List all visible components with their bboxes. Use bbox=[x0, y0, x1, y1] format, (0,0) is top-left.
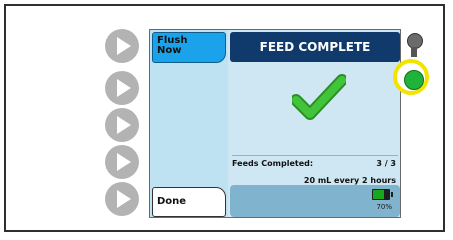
divider bbox=[232, 155, 398, 156]
play-arrow-icon bbox=[117, 190, 131, 208]
battery-percent: 70% bbox=[376, 203, 392, 211]
side-button-1[interactable] bbox=[105, 29, 139, 63]
softkey-panel: Flush Now Done bbox=[150, 30, 228, 217]
feeds-completed-value: 3 / 3 bbox=[376, 159, 396, 168]
battery-icon bbox=[372, 189, 393, 200]
led-connector bbox=[411, 47, 417, 57]
side-button-4[interactable] bbox=[105, 145, 139, 179]
pump-screen: Flush Now Done FEED COMPLETE Feeds Compl… bbox=[149, 29, 401, 218]
battery-terminal bbox=[391, 192, 393, 197]
play-arrow-icon bbox=[117, 79, 131, 97]
screen-header: FEED COMPLETE bbox=[230, 32, 400, 62]
side-button-3[interactable] bbox=[105, 108, 139, 142]
done-label: Done bbox=[157, 196, 187, 207]
done-button[interactable]: Done bbox=[152, 187, 226, 217]
feeds-completed-label: Feeds Completed: bbox=[232, 159, 314, 168]
play-arrow-icon bbox=[117, 153, 131, 171]
flush-now-label: Flush Now bbox=[157, 35, 188, 56]
header-title: FEED COMPLETE bbox=[259, 40, 371, 54]
play-arrow-icon bbox=[117, 116, 131, 134]
side-button-2[interactable] bbox=[105, 71, 139, 105]
status-footer: 70% bbox=[230, 185, 400, 217]
side-button-5[interactable] bbox=[105, 182, 139, 216]
feed-rate: 20 mL every 2 hours bbox=[303, 176, 396, 185]
play-arrow-icon bbox=[117, 37, 131, 55]
check-icon bbox=[292, 74, 346, 120]
flush-now-button[interactable]: Flush Now bbox=[152, 32, 226, 63]
battery-fill bbox=[373, 190, 385, 199]
status-led-green bbox=[404, 70, 424, 90]
